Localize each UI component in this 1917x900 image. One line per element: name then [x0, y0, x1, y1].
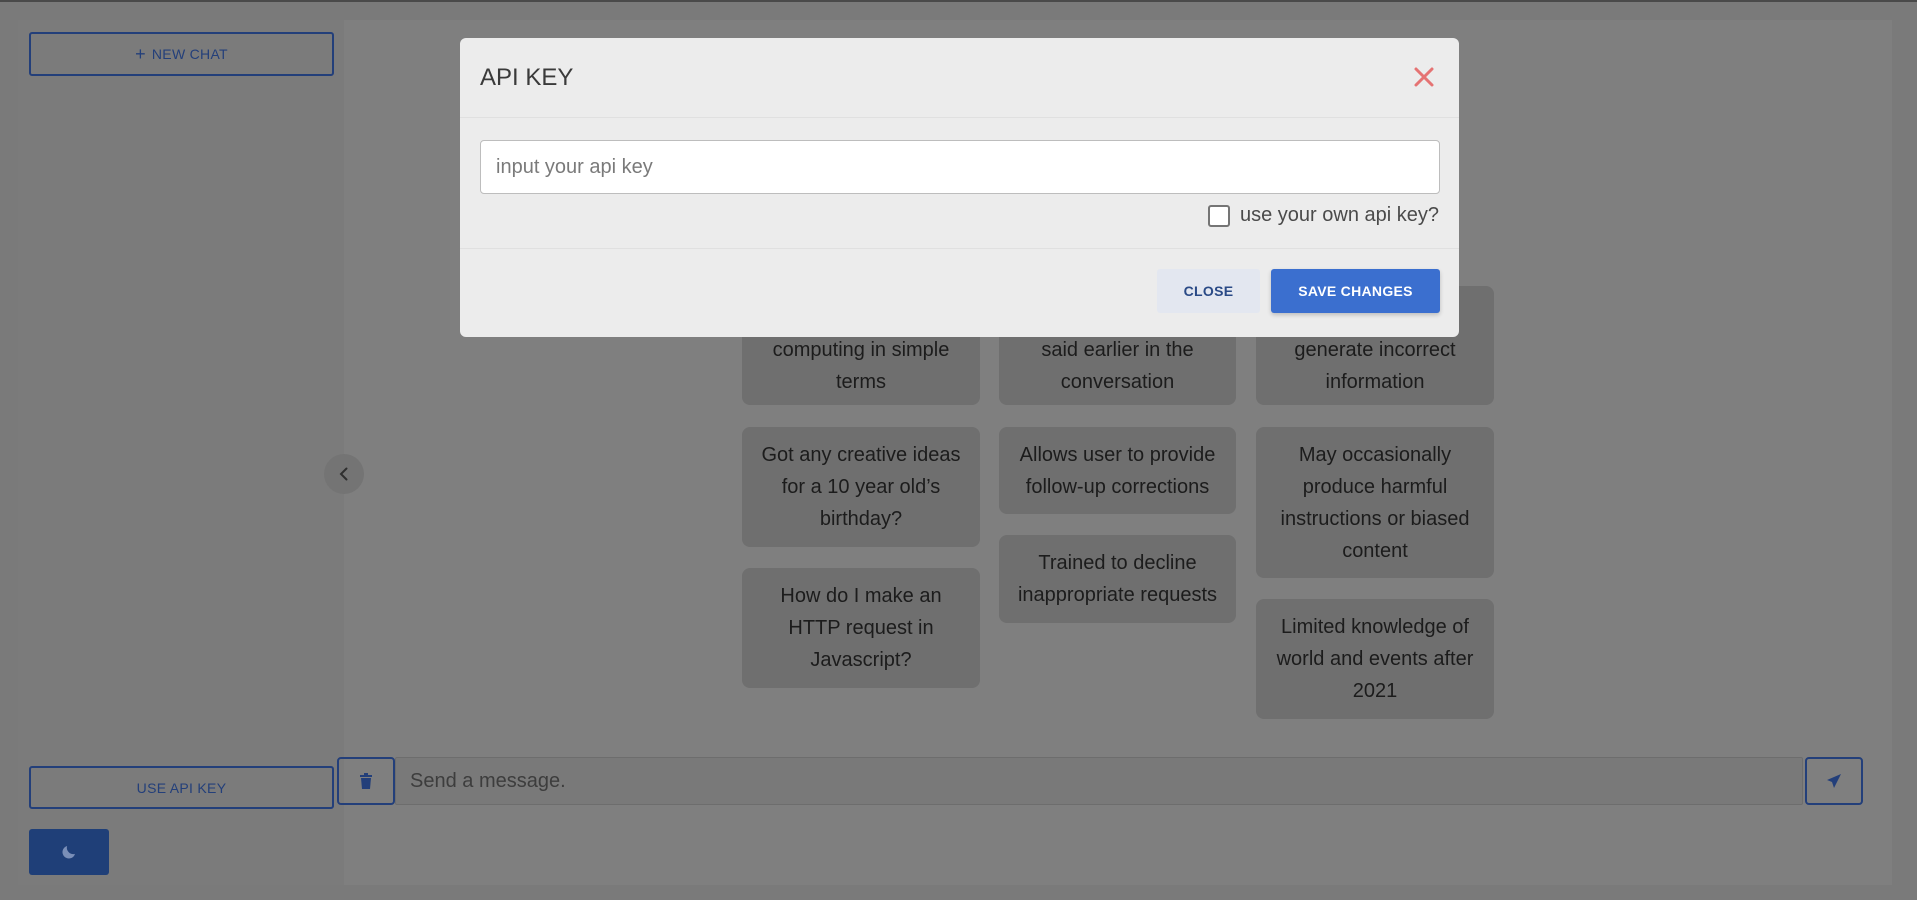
modal-close-icon[interactable]	[1409, 62, 1439, 92]
card-text: Limited knowledge of world and events af…	[1276, 616, 1474, 702]
card-text: May occasionally produce harmful instruc…	[1280, 443, 1470, 562]
clear-chat-button[interactable]	[337, 757, 395, 805]
capability-card: Trained to decline inappropriate request…	[999, 535, 1236, 623]
card-text: said earlier in the conversation	[1041, 338, 1194, 393]
modal-body: use your own api key?	[460, 118, 1459, 249]
plus-icon: +	[135, 44, 146, 64]
window-top-border	[0, 0, 1917, 2]
modal-title: API KEY	[480, 64, 574, 91]
card-text: Trained to decline inappropriate request…	[1017, 552, 1217, 606]
save-changes-button[interactable]: SAVE CHANGES	[1271, 269, 1440, 313]
card-text: Got any creative ideas for a 10 year old…	[761, 444, 961, 530]
example-card[interactable]: How do I make an HTTP request in Javascr…	[742, 568, 980, 688]
new-chat-button[interactable]: + NEW CHAT	[29, 32, 334, 76]
api-key-input[interactable]	[480, 140, 1440, 194]
example-card[interactable]: Got any creative ideas for a 10 year old…	[742, 427, 980, 547]
capability-card: Allows user to provide follow-up correct…	[999, 427, 1236, 514]
close-button[interactable]: CLOSE	[1157, 269, 1260, 313]
modal-footer: CLOSE SAVE CHANGES	[460, 249, 1459, 337]
own-api-key-label: use your own api key?	[1239, 204, 1439, 226]
new-chat-label: NEW CHAT	[151, 46, 228, 62]
api-key-modal: API KEY use your own api key? CLOSE SAVE…	[460, 38, 1459, 337]
use-api-key-button[interactable]: USE API KEY	[29, 766, 334, 809]
card-text: How do I make an HTTP request in Javascr…	[780, 585, 942, 671]
limitation-card: Limited knowledge of world and events af…	[1256, 599, 1494, 719]
close-icon	[1414, 67, 1434, 87]
limitation-card: May occasionally produce harmful instruc…	[1256, 427, 1494, 578]
own-api-key-option[interactable]: use your own api key?	[1207, 204, 1439, 227]
card-text: computing in simple terms	[772, 338, 950, 393]
modal-header: API KEY	[460, 38, 1459, 118]
chevron-left-icon	[339, 467, 348, 481]
own-api-key-checkbox[interactable]	[1207, 204, 1230, 227]
collapse-sidebar-button[interactable]	[324, 454, 364, 494]
send-button[interactable]	[1805, 757, 1863, 805]
card-text: generate incorrect information	[1294, 338, 1456, 393]
card-text: Allows user to provide follow-up correct…	[1019, 443, 1216, 498]
send-icon	[1827, 774, 1841, 788]
trash-icon	[360, 773, 372, 789]
moon-icon	[62, 846, 75, 859]
message-input[interactable]	[395, 757, 1803, 805]
dark-mode-toggle[interactable]	[29, 829, 109, 875]
use-api-key-label: USE API KEY	[136, 779, 227, 796]
sidebar: + NEW CHAT USE API KEY	[18, 20, 344, 885]
